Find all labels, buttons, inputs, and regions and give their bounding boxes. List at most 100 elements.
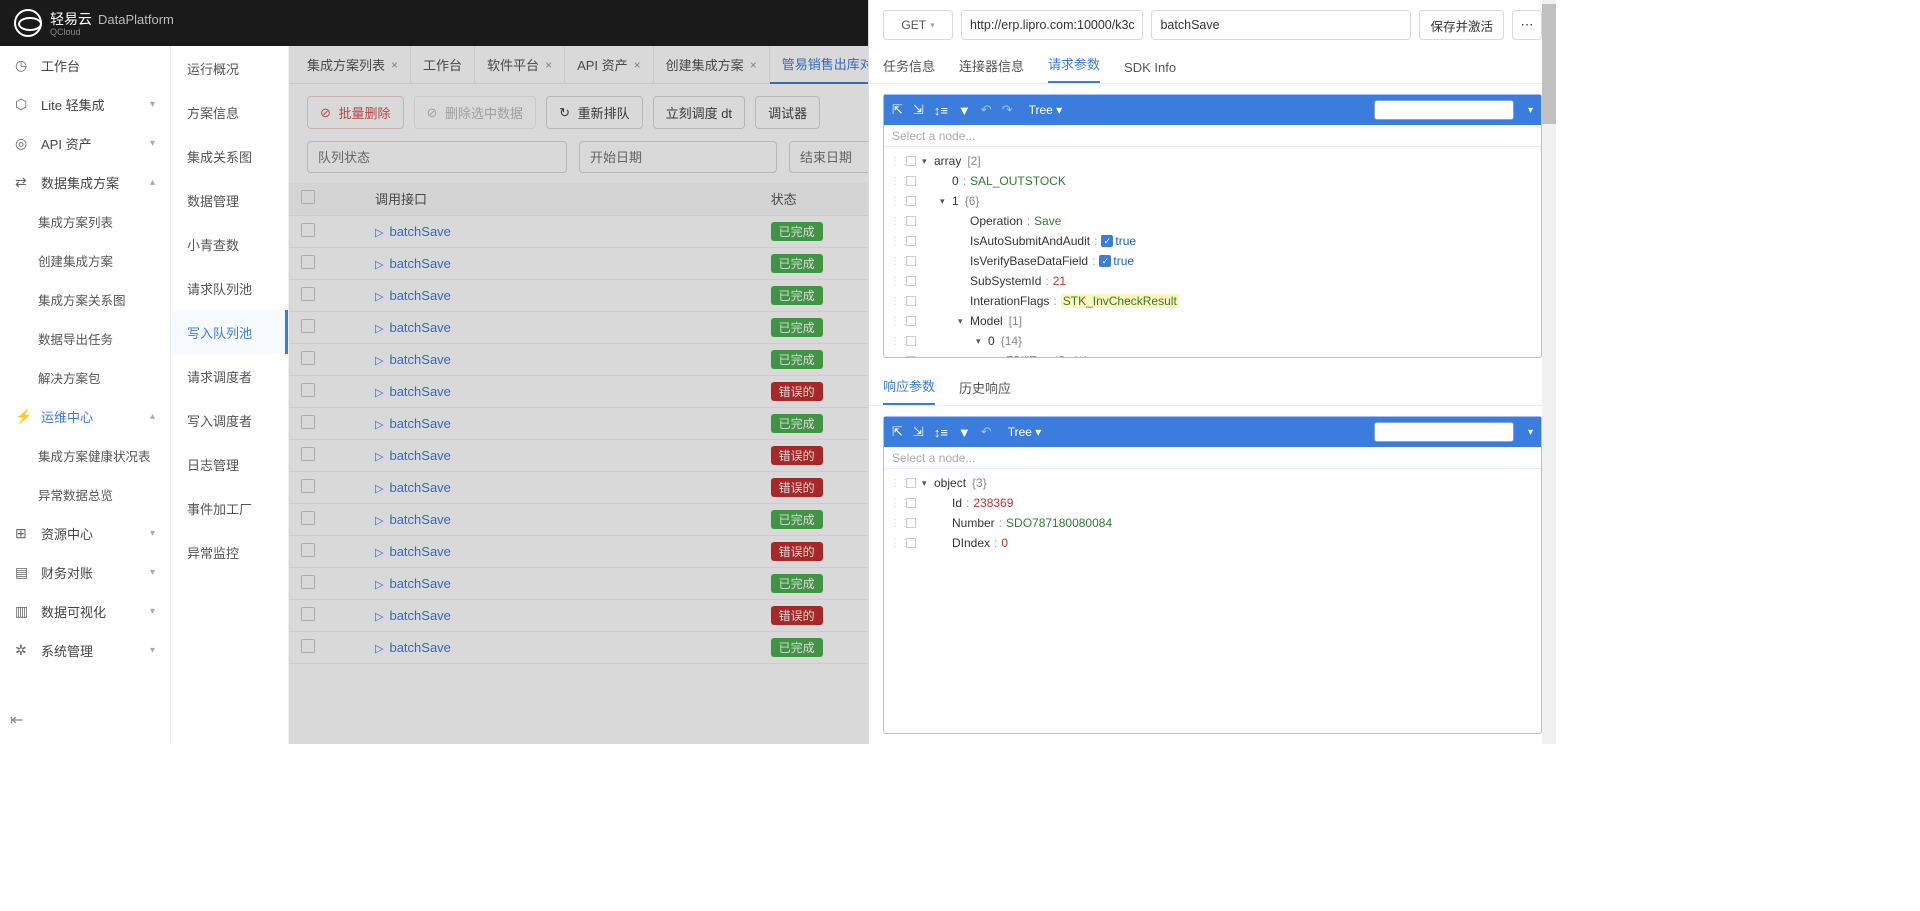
close-icon[interactable]: ×	[750, 58, 757, 72]
json-node[interactable]: ⋮⋮▾0{14}	[884, 331, 1541, 351]
node-checkbox[interactable]	[906, 538, 916, 548]
dispatch-button[interactable]: 立刻调度 dt	[653, 96, 745, 129]
node-checkbox[interactable]	[906, 276, 916, 286]
row-checkbox[interactable]	[301, 383, 315, 397]
row-checkbox[interactable]	[301, 575, 315, 589]
debugger-button[interactable]: 调试器	[755, 96, 820, 129]
collapse-icon[interactable]: ⇤	[10, 710, 23, 730]
collapse-icon[interactable]: ⇲	[913, 102, 924, 118]
row-checkbox[interactable]	[301, 447, 315, 461]
response-tab[interactable]: 历史响应	[959, 378, 1011, 405]
node-checkbox[interactable]	[906, 296, 916, 306]
json-node[interactable]: ⋮⋮DIndex:0	[884, 533, 1541, 553]
row-checkbox[interactable]	[301, 255, 315, 269]
json-node[interactable]: ⋮⋮IsAutoSubmitAndAudit:✓true	[884, 231, 1541, 251]
sidebar-item[interactable]: ▥数据可视化▾	[0, 592, 170, 631]
view-mode-select[interactable]: Tree ▾	[1023, 103, 1069, 117]
json-node[interactable]: ⋮⋮0:SAL_OUTSTOCK	[884, 171, 1541, 191]
sidebar-item[interactable]: ⬡Lite 轻集成▾	[0, 85, 170, 124]
node-checkbox[interactable]	[906, 256, 916, 266]
node-checkbox[interactable]	[906, 236, 916, 246]
api-link[interactable]: batchSave	[389, 320, 450, 335]
api-input[interactable]	[1151, 10, 1411, 40]
row-checkbox[interactable]	[301, 639, 315, 653]
expand-icon[interactable]: ⇱	[892, 102, 903, 118]
close-icon[interactable]: ×	[634, 58, 641, 72]
api-link[interactable]: batchSave	[389, 256, 450, 271]
row-checkbox[interactable]	[301, 415, 315, 429]
subnav-item[interactable]: 日志管理	[171, 442, 288, 486]
view-mode-select[interactable]: Tree ▾	[1002, 425, 1048, 439]
panel-tab[interactable]: 连接器信息	[959, 56, 1024, 83]
panel-tab[interactable]: 任务信息	[883, 56, 935, 83]
node-checkbox[interactable]	[906, 156, 916, 166]
api-link[interactable]: batchSave	[389, 288, 450, 303]
node-checkbox[interactable]	[906, 498, 916, 508]
json-search-input[interactable]	[1374, 422, 1514, 442]
page-tab[interactable]: 工作台	[411, 46, 475, 84]
sidebar-subitem[interactable]: 数据导出任务	[0, 319, 170, 358]
row-checkbox[interactable]	[301, 543, 315, 557]
sidebar-item[interactable]: ◷工作台	[0, 46, 170, 85]
sidebar-item[interactable]: ✲系统管理▾	[0, 631, 170, 670]
undo-icon[interactable]: ↶	[981, 102, 992, 118]
collapse-icon[interactable]: ⇲	[913, 424, 924, 440]
subnav-item[interactable]: 请求调度者	[171, 354, 288, 398]
subnav-item[interactable]: 方案信息	[171, 90, 288, 134]
node-checkbox[interactable]	[906, 216, 916, 226]
response-tab[interactable]: 响应参数	[883, 376, 935, 405]
json-node[interactable]: ⋮⋮IsVerifyBaseDataField:✓true	[884, 251, 1541, 271]
sort-icon[interactable]: ↕≡	[934, 103, 948, 118]
subnav-item[interactable]: 异常监控	[171, 530, 288, 574]
sidebar-item[interactable]: ▤财务对账▾	[0, 553, 170, 592]
api-link[interactable]: batchSave	[389, 608, 450, 623]
undo-icon[interactable]: ↶	[981, 424, 992, 440]
row-checkbox[interactable]	[301, 607, 315, 621]
subnav-item[interactable]: 事件加工厂	[171, 486, 288, 530]
resort-button[interactable]: ↻ 重新排队	[546, 96, 643, 129]
json-node[interactable]: ⋮⋮Operation:Save	[884, 211, 1541, 231]
api-link[interactable]: batchSave	[389, 512, 450, 527]
select-all-checkbox[interactable]	[301, 190, 315, 204]
node-checkbox[interactable]	[906, 356, 916, 357]
sidebar-item[interactable]: ⚡运维中心▴	[0, 397, 170, 436]
node-checkbox[interactable]	[906, 176, 916, 186]
page-tab[interactable]: API 资产×	[565, 46, 654, 84]
filter-icon[interactable]: ▼	[958, 425, 971, 440]
json-node[interactable]: ⋮⋮▾Model[1]	[884, 311, 1541, 331]
status-filter[interactable]	[307, 141, 567, 173]
col-api[interactable]: 调用接口	[363, 183, 759, 215]
json-node[interactable]: ⋮⋮▾object{3}	[884, 473, 1541, 493]
page-tab[interactable]: 创建集成方案×	[654, 46, 770, 84]
node-checkbox[interactable]	[906, 478, 916, 488]
page-tab[interactable]: 集成方案列表×	[295, 46, 411, 84]
api-link[interactable]: batchSave	[389, 416, 450, 431]
api-link[interactable]: batchSave	[389, 480, 450, 495]
http-method-select[interactable]: GET▾	[883, 10, 953, 40]
json-node[interactable]: ⋮⋮Number:SDO787180080084	[884, 513, 1541, 533]
json-search-input[interactable]	[1374, 100, 1514, 120]
close-icon[interactable]: ×	[391, 58, 398, 72]
subnav-item[interactable]: 集成关系图	[171, 134, 288, 178]
row-checkbox[interactable]	[301, 319, 315, 333]
json-node[interactable]: ⋮⋮InterationFlags:STK_InvCheckResult	[884, 291, 1541, 311]
node-checkbox[interactable]	[906, 196, 916, 206]
panel-tab[interactable]: SDK Info	[1124, 60, 1176, 83]
sidebar-subitem[interactable]: 集成方案健康状况表	[0, 436, 170, 475]
node-path[interactable]: Select a node...	[884, 125, 1541, 147]
node-checkbox[interactable]	[906, 518, 916, 528]
row-checkbox[interactable]	[301, 351, 315, 365]
row-checkbox[interactable]	[301, 223, 315, 237]
json-node[interactable]: ⋮⋮▾array[2]	[884, 151, 1541, 171]
api-link[interactable]: batchSave	[389, 640, 450, 655]
json-node[interactable]: ⋮⋮SubSystemId:21	[884, 271, 1541, 291]
subnav-item[interactable]: 运行概况	[171, 46, 288, 90]
start-date-filter[interactable]	[579, 141, 777, 173]
batch-delete-button[interactable]: ⊘ 批量删除	[307, 96, 404, 129]
delete-selected-button[interactable]: ⊘ 删除选中数据	[414, 96, 537, 129]
subnav-item[interactable]: 写入调度者	[171, 398, 288, 442]
sidebar-item[interactable]: ◎API 资产▾	[0, 124, 170, 163]
sort-icon[interactable]: ↕≡	[934, 425, 948, 440]
api-link[interactable]: batchSave	[389, 224, 450, 239]
api-link[interactable]: batchSave	[389, 544, 450, 559]
